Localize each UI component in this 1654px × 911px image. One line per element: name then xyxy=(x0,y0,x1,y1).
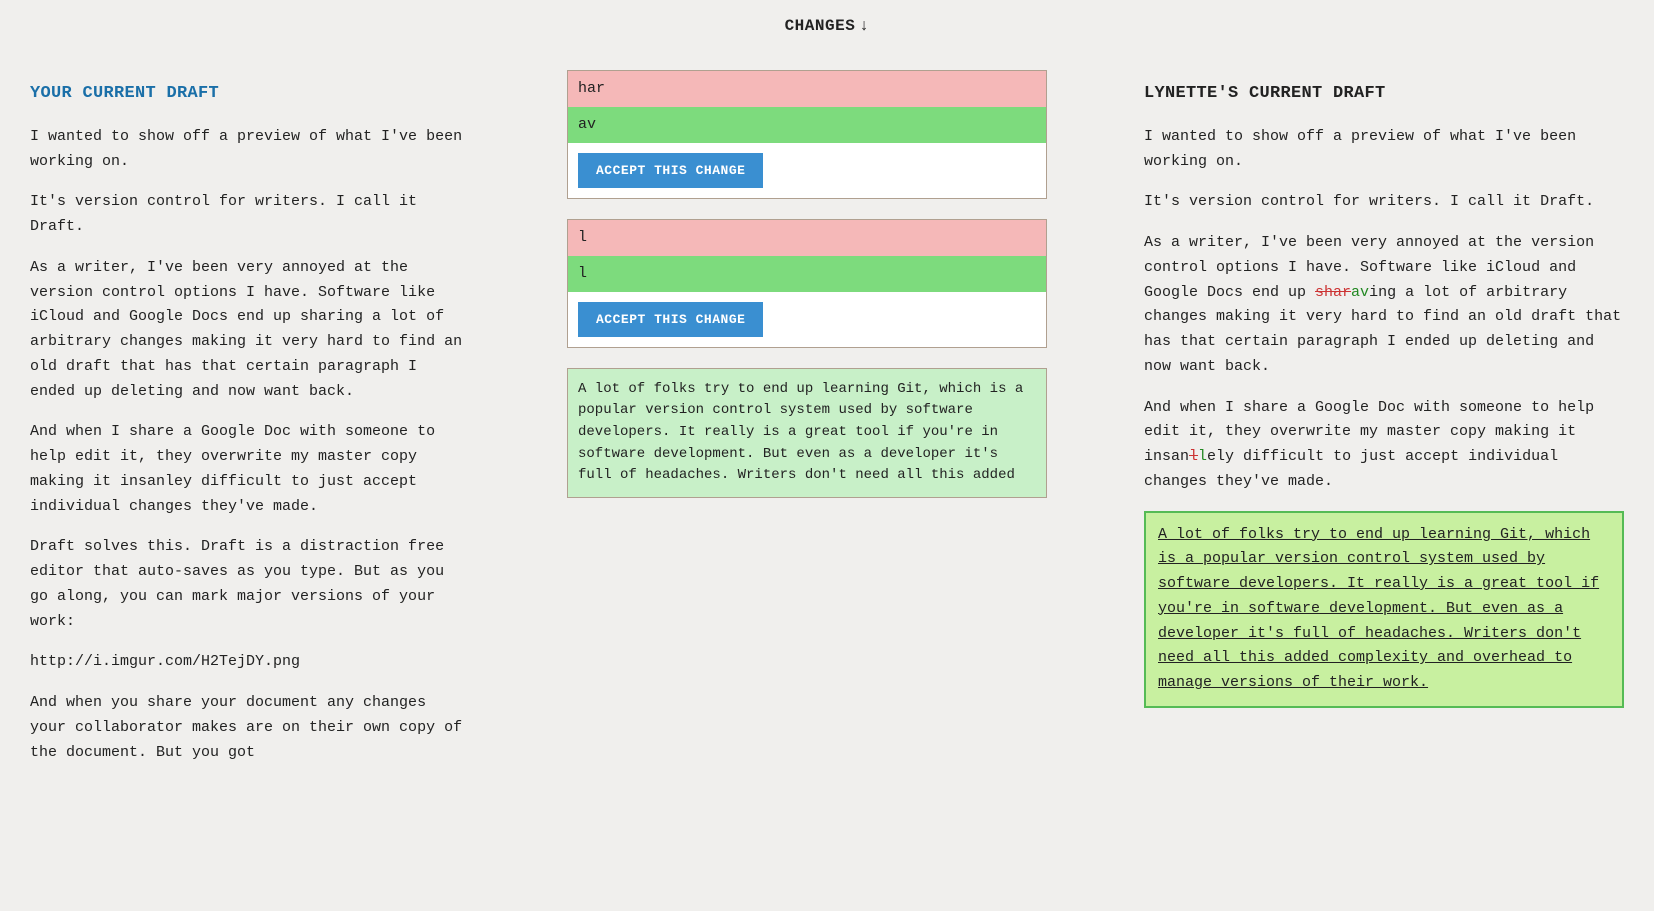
right-para4-suffix: ely difficult to just accept individual … xyxy=(1144,448,1558,490)
diff-box-2: l l ACCEPT THIS CHANGE xyxy=(567,219,1047,348)
left-para-6: http://i.imgur.com/H2TejDY.png xyxy=(30,650,470,675)
top-header: CHANGES↓ xyxy=(0,0,1654,50)
left-para-7: And when you share your document any cha… xyxy=(30,691,470,765)
right-para4-ins: l xyxy=(1198,448,1207,465)
left-para-2: It's version control for writers. I call… xyxy=(30,190,470,240)
right-para-3: As a writer, I've been very annoyed at t… xyxy=(1144,231,1624,380)
diff2-added: l xyxy=(568,256,1046,292)
right-para3-strike: shar xyxy=(1315,284,1351,301)
right-added-block: A lot of folks try to end up learning Gi… xyxy=(1144,511,1624,708)
right-para4-strike: l xyxy=(1189,448,1198,465)
header-arrow: ↓ xyxy=(859,14,869,40)
right-para-2: It's version control for writers. I call… xyxy=(1144,190,1624,215)
header-title: CHANGES xyxy=(785,17,856,35)
right-panel: LYNETTE'S CURRENT DRAFT I wanted to show… xyxy=(1114,50,1654,911)
diff2-removed: l xyxy=(568,220,1046,256)
right-panel-title: LYNETTE'S CURRENT DRAFT xyxy=(1144,80,1624,107)
diff-box-1: har av ACCEPT THIS CHANGE xyxy=(567,70,1047,199)
right-para-4: And when I share a Google Doc with someo… xyxy=(1144,396,1624,495)
diff1-removed: har xyxy=(568,71,1046,107)
left-para-4: And when I share a Google Doc with someo… xyxy=(30,420,470,519)
right-para-1: I wanted to show off a preview of what I… xyxy=(1144,125,1624,175)
diff1-added: av xyxy=(568,107,1046,143)
left-para-3: As a writer, I've been very annoyed at t… xyxy=(30,256,470,405)
center-panel: har av ACCEPT THIS CHANGE l l ACCEPT THI… xyxy=(500,50,1114,911)
diff3-text: A lot of folks try to end up learning Gi… xyxy=(568,369,1046,497)
diff-box-3: A lot of folks try to end up learning Gi… xyxy=(567,368,1047,498)
accept-change-button-2[interactable]: ACCEPT THIS CHANGE xyxy=(578,302,763,337)
accept-change-button-1[interactable]: ACCEPT THIS CHANGE xyxy=(578,153,763,188)
left-para-5: Draft solves this. Draft is a distractio… xyxy=(30,535,470,634)
left-panel: YOUR CURRENT DRAFT I wanted to show off … xyxy=(0,50,500,911)
left-panel-title: YOUR CURRENT DRAFT xyxy=(30,80,470,107)
left-para-1: I wanted to show off a preview of what I… xyxy=(30,125,470,175)
right-para3-ins: av xyxy=(1351,284,1369,301)
